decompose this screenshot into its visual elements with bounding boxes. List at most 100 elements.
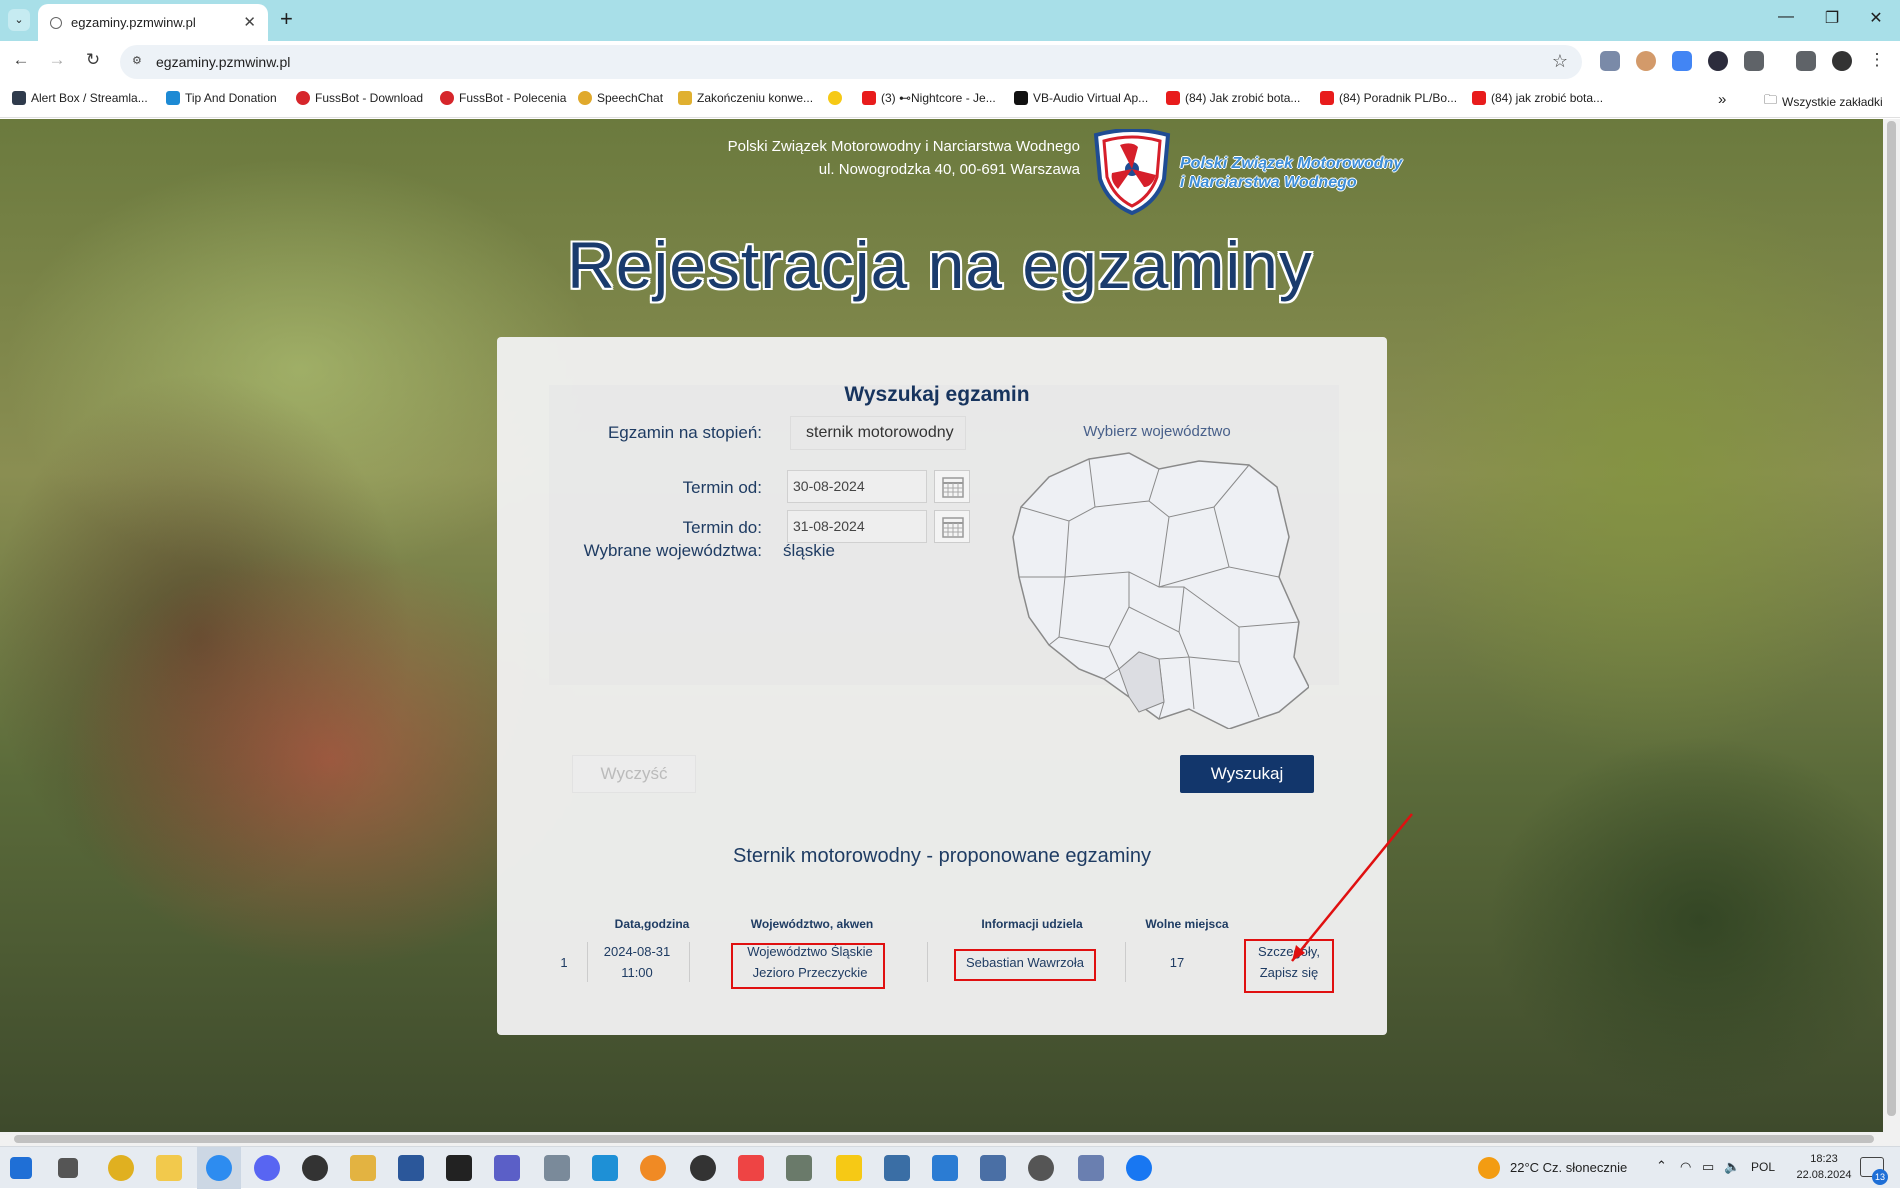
clock-date: 22.08.2024 (1796, 1169, 1852, 1181)
bookmark-item[interactable]: Alert Box / Streamla... (12, 91, 148, 105)
reload-icon[interactable]: ↻ (82, 50, 104, 70)
discord-icon[interactable] (254, 1155, 280, 1181)
tab-strip: ⌄ egzaminy.pzmwinw.pl ✕ + — ❐ ✕ (0, 0, 1900, 41)
bookmark-label: Zakończeniu konwe... (697, 91, 814, 105)
minimize-icon[interactable]: — (1774, 8, 1798, 26)
media-control-icon[interactable] (1796, 51, 1816, 71)
bookmark-item[interactable]: FussBot - Download (296, 91, 423, 105)
bookmark-label: SpeechChat (597, 91, 664, 105)
folder-icon: 🗀 (1764, 92, 1778, 107)
translate-icon[interactable] (1672, 51, 1692, 71)
app-icon[interactable] (592, 1155, 618, 1181)
bookmark-label: (84) Jak zrobić bota... (1185, 91, 1301, 105)
bookmark-item[interactable]: FussBot - Polecenia (440, 91, 566, 105)
bookmark-favicon (578, 91, 592, 105)
word-icon[interactable] (398, 1155, 424, 1181)
bookmark-favicon (828, 91, 842, 105)
obs-icon[interactable] (302, 1155, 328, 1181)
notepad-icon[interactable] (350, 1155, 376, 1181)
url-text[interactable]: egzaminy.pzmwinw.pl (156, 54, 290, 70)
bookmark-label: Tip And Donation (185, 91, 277, 105)
bookmark-item[interactable]: (84) jak zrobić bota... (1472, 91, 1603, 105)
bookmark-label: (84) Poradnik PL/Bo... (1339, 91, 1458, 105)
youtube-icon (1166, 91, 1180, 105)
vertical-scrollbar[interactable] (1883, 119, 1900, 1132)
address-bar[interactable]: ⚙ egzaminy.pzmwinw.pl ☆ (120, 45, 1582, 79)
all-bookmarks-label: Wszystkie zakładki (1782, 95, 1883, 109)
youtube-icon (862, 91, 876, 105)
terminal-icon[interactable] (446, 1155, 472, 1181)
horizontal-scrollbar[interactable] (0, 1132, 1900, 1146)
task-view-icon[interactable] (58, 1158, 78, 1178)
sticky-notes-icon[interactable] (836, 1155, 862, 1181)
app-icon[interactable] (884, 1155, 910, 1181)
app-icon[interactable] (108, 1155, 134, 1181)
app-icon[interactable] (932, 1155, 958, 1181)
extensions-puzzle-icon[interactable] (1744, 51, 1764, 71)
menu-dots-icon[interactable]: ⋮ (1866, 50, 1888, 70)
bookmark-item[interactable] (828, 91, 847, 105)
bookmark-favicon (166, 91, 180, 105)
file-explorer-icon[interactable] (156, 1155, 182, 1181)
bookmarks-bar: Alert Box / Streamla... Tip And Donation… (0, 82, 1900, 118)
window-close-icon[interactable]: ✕ (1864, 8, 1888, 28)
bookmark-label: (3) ⊷Nightcore - Je... (881, 91, 996, 105)
teams-icon[interactable] (494, 1155, 520, 1181)
bookmark-item[interactable]: VB-Audio Virtual Ap... (1014, 91, 1148, 105)
back-arrow-icon[interactable]: ← (10, 50, 32, 70)
bookmark-label: (84) jak zrobić bota... (1491, 91, 1604, 105)
tab-close-icon[interactable]: ✕ (243, 13, 256, 31)
scroll-thumb[interactable] (1887, 121, 1896, 1116)
page-background: Polski Związek Motorowodny i Narciarstwa… (0, 119, 1883, 1132)
new-tab-plus-icon[interactable]: + (280, 6, 293, 32)
battery-icon[interactable]: ▭ (1702, 1159, 1714, 1175)
app-icon[interactable] (640, 1155, 666, 1181)
facebook-icon[interactable] (1126, 1155, 1152, 1181)
bookmark-favicon (296, 91, 310, 105)
weather-text[interactable]: 22°C Cz. słonecznie (1510, 1160, 1627, 1175)
bookmark-item[interactable]: Tip And Donation (166, 91, 277, 105)
bookmarks-overflow-icon[interactable]: » (1718, 91, 1726, 108)
language-indicator[interactable]: POL (1751, 1160, 1775, 1174)
app-icon[interactable] (1078, 1155, 1104, 1181)
clock-time: 18:23 (1810, 1153, 1838, 1165)
app-icon[interactable] (980, 1155, 1006, 1181)
windows-start-icon[interactable] (10, 1157, 32, 1179)
network-icon[interactable]: ◠ (1680, 1159, 1691, 1175)
extension-icon[interactable] (1600, 51, 1620, 71)
restore-icon[interactable]: ❐ (1820, 8, 1844, 28)
app-icon[interactable] (786, 1155, 812, 1181)
app-icon[interactable] (738, 1155, 764, 1181)
extension-circle-icon[interactable] (1708, 51, 1728, 71)
site-info-icon[interactable]: ⚙ (132, 54, 148, 70)
chrome-icon[interactable] (206, 1155, 232, 1181)
tab-search-chevron-icon[interactable]: ⌄ (8, 9, 30, 31)
bookmark-label: FussBot - Download (315, 91, 424, 105)
extension-face-icon[interactable] (1636, 51, 1656, 71)
tray-chevron-icon[interactable]: ⌃ (1656, 1158, 1667, 1174)
app-icon[interactable] (544, 1155, 570, 1181)
globe-icon (50, 17, 62, 29)
bookmark-item[interactable]: SpeechChat (578, 91, 663, 105)
browser-tab[interactable]: egzaminy.pzmwinw.pl ✕ (38, 4, 268, 41)
profile-avatar[interactable] (1832, 51, 1852, 71)
annotation-arrow-icon (1291, 813, 1413, 962)
bookmark-item[interactable]: Zakończeniu konwe... (678, 91, 813, 105)
bookmark-label: VB-Audio Virtual Ap... (1033, 91, 1149, 105)
bookmark-item[interactable]: (84) Jak zrobić bota... (1166, 91, 1300, 105)
bookmark-star-icon[interactable]: ☆ (1552, 51, 1568, 72)
scroll-thumb[interactable] (14, 1135, 1874, 1143)
bookmark-item[interactable]: (3) ⊷Nightcore - Je... (862, 91, 996, 105)
notification-count-badge: 13 (1872, 1169, 1888, 1185)
clock[interactable]: 18:23 22.08.2024 (1788, 1151, 1860, 1183)
app-icon[interactable] (690, 1155, 716, 1181)
windows-taskbar: 22°C Cz. słonecznie ⌃ ◠ ▭ 🔈 POL 18:23 22… (0, 1146, 1900, 1189)
youtube-icon (1320, 91, 1334, 105)
tab-title: egzaminy.pzmwinw.pl (71, 15, 196, 30)
bookmark-item[interactable]: (84) Poradnik PL/Bo... (1320, 91, 1457, 105)
settings-gear-icon[interactable] (1028, 1155, 1054, 1181)
all-bookmarks-folder[interactable]: 🗀 Wszystkie zakładki (1764, 91, 1883, 113)
forward-arrow-icon[interactable]: → (46, 50, 68, 70)
weather-sun-icon[interactable] (1478, 1157, 1500, 1179)
volume-icon[interactable]: 🔈 (1724, 1159, 1740, 1175)
